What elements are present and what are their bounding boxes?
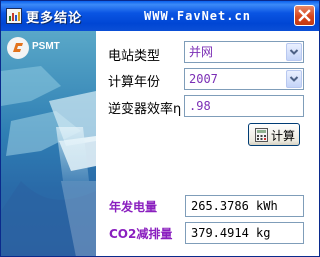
decorative-side-panel: PSMT xyxy=(1,31,96,256)
co2-reduction-label: CO2减排量 xyxy=(109,227,173,241)
logo-text: PSMT xyxy=(32,41,60,52)
year-dropdown-button[interactable] xyxy=(286,70,302,88)
dialog-window: 更多结论 WWW.FavNet.cn PSMT 电站类型 并网 计算年份 200… xyxy=(0,0,320,257)
annual-output-field[interactable]: 265.3786 kWh xyxy=(185,195,304,217)
station-type-label: 电站类型 xyxy=(108,49,161,64)
station-type-dropdown-button[interactable] xyxy=(286,43,302,61)
year-value: 2007 xyxy=(189,72,218,86)
chevron-down-icon xyxy=(289,49,299,55)
chevron-down-icon xyxy=(289,76,299,82)
station-type-value: 并网 xyxy=(189,45,214,59)
close-icon xyxy=(298,9,311,22)
calculator-icon xyxy=(255,128,268,142)
annual-output-label: 年发电量 xyxy=(109,200,158,214)
station-type-select[interactable]: 并网 xyxy=(184,41,304,63)
year-label: 计算年份 xyxy=(108,75,161,90)
inverter-efficiency-label: 逆变器效率η xyxy=(108,102,182,117)
psmt-logo xyxy=(7,37,29,59)
year-select[interactable]: 2007 xyxy=(184,68,304,90)
brand-text: WWW.FavNet.cn xyxy=(144,9,251,23)
calculate-button-label: 计算 xyxy=(271,129,296,143)
calculate-button[interactable]: 计算 xyxy=(248,123,300,146)
solar-panel-illustration xyxy=(1,66,96,256)
inverter-efficiency-input[interactable]: .98 xyxy=(184,95,304,117)
title-bar[interactable]: 更多结论 WWW.FavNet.cn xyxy=(1,1,319,31)
app-icon xyxy=(6,8,22,24)
co2-reduction-field[interactable]: 379.4914 kg xyxy=(185,222,304,244)
close-button[interactable] xyxy=(294,5,315,26)
window-title: 更多结论 xyxy=(26,11,83,26)
